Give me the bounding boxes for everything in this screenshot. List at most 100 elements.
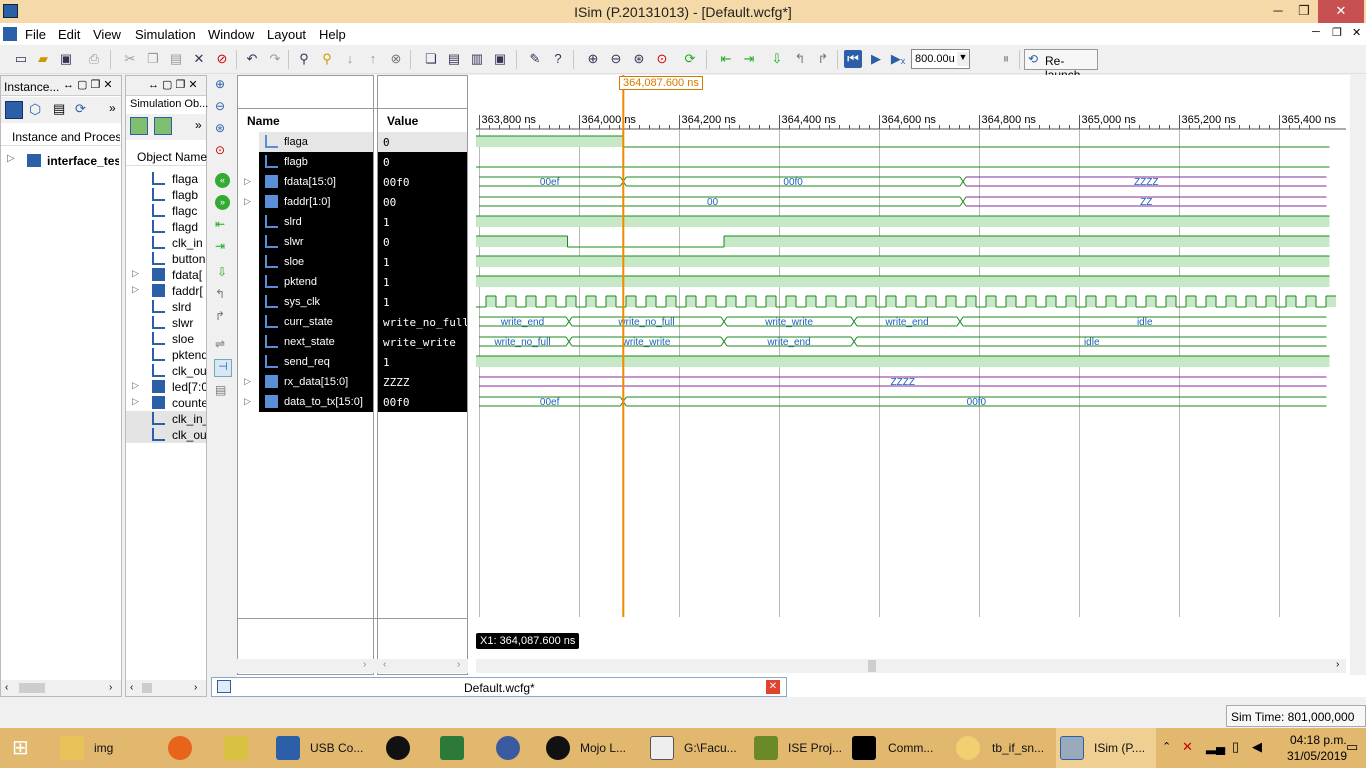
prev-marker-icon[interactable]: ↰: [215, 287, 225, 301]
overflow-icon[interactable]: »: [195, 118, 202, 132]
signal-row[interactable]: slwr 0: [237, 232, 468, 252]
prev-edge-icon[interactable]: ⇤: [717, 50, 735, 68]
zoom-in-icon[interactable]: ⊕: [215, 77, 225, 91]
object-row[interactable]: slwr: [126, 315, 206, 331]
paste-icon[interactable]: ▤: [167, 50, 185, 68]
taskbar-item-paint[interactable]: tb_if_sn...: [954, 728, 1052, 768]
wave-scrollbar[interactable]: ›: [476, 659, 1346, 673]
prev-edge-icon[interactable]: ⇤: [215, 217, 225, 231]
object-row[interactable]: button: [126, 251, 206, 267]
save-icon[interactable]: ▣: [57, 50, 75, 68]
find-icon[interactable]: ⚲: [295, 50, 313, 68]
signal-row[interactable]: sloe 1: [237, 252, 468, 272]
zoom-fit-icon[interactable]: ⊛: [215, 121, 225, 135]
filter-inputs-icon[interactable]: [130, 117, 148, 135]
next-edge-icon[interactable]: ⇥: [740, 50, 758, 68]
instance-root-row[interactable]: ▷ interface_test_: [5, 153, 120, 169]
name-column-header[interactable]: Name: [247, 114, 280, 128]
settings-icon[interactable]: ✎: [526, 50, 544, 68]
clock-date[interactable]: 31/05/2019: [1287, 749, 1347, 763]
object-row[interactable]: sloe: [126, 331, 206, 347]
battery-icon[interactable]: ▯: [1232, 739, 1239, 755]
signal-row[interactable]: sys_clk 1: [237, 292, 468, 312]
signal-row[interactable]: ▷ rx_data[15:0] ZZZZ: [237, 372, 468, 392]
taskbar-item-chip[interactable]: [378, 728, 422, 768]
value-column-header[interactable]: Value: [387, 114, 418, 128]
object-row[interactable]: pktend: [126, 347, 206, 363]
snap-icon[interactable]: ⊣: [214, 359, 232, 377]
tile-h-icon[interactable]: ▤: [445, 50, 463, 68]
signal-row[interactable]: flagb 0: [237, 152, 468, 172]
taskbar-item-cmd[interactable]: Comm...: [850, 728, 950, 768]
undo-icon[interactable]: ↶: [243, 50, 261, 68]
open-icon[interactable]: ▰: [34, 50, 52, 68]
cube-icon[interactable]: ⬡: [29, 101, 41, 118]
doc-minimize-button[interactable]: ─: [1312, 26, 1320, 38]
close-button[interactable]: ✕: [1318, 0, 1364, 23]
filter-outputs-icon[interactable]: [154, 117, 172, 135]
run-for-icon[interactable]: ▶ₓ: [889, 50, 907, 68]
next-edge-icon[interactable]: ⇥: [215, 239, 225, 253]
expand-icon[interactable]: ▷: [7, 153, 15, 164]
zoom-in-icon[interactable]: ⊕: [584, 50, 602, 68]
name-scrollbar[interactable]: › ‹ ›: [237, 659, 468, 673]
delete-icon[interactable]: ✕: [190, 50, 208, 68]
clock-time[interactable]: 04:18 p.m.: [1290, 733, 1347, 747]
hierarchy-icon[interactable]: [5, 101, 23, 119]
pause-icon[interactable]: ⏸: [997, 50, 1015, 68]
editor-tab[interactable]: Default.wcfg* ✕: [211, 677, 787, 697]
object-row[interactable]: clk_in_: [126, 411, 206, 427]
stop-icon[interactable]: ⊘: [213, 50, 231, 68]
taskbar-item-usb[interactable]: USB Co...: [268, 728, 374, 768]
doc-close-button[interactable]: ✕: [1352, 26, 1361, 39]
waveform-area[interactable]: 363,800 ns 364,000 ns 364,200 ns 364,400 ns…: [476, 75, 1346, 675]
signal-row[interactable]: slrd 1: [237, 212, 468, 232]
copy-icon[interactable]: ❐: [144, 50, 162, 68]
signal-row[interactable]: flaga 0: [237, 132, 468, 152]
ruler-icon[interactable]: ▤: [215, 383, 226, 397]
signal-row[interactable]: ▷ fdata[15:0] 00f0: [237, 172, 468, 192]
object-row[interactable]: flagc: [126, 203, 206, 219]
volume-icon[interactable]: ◀: [1252, 739, 1262, 755]
panel-controls-icon[interactable]: ↔ ▢ ❐ ✕: [148, 78, 198, 91]
cut-icon[interactable]: ✂: [121, 50, 139, 68]
expand-icon[interactable]: ▷: [132, 380, 139, 391]
close-tab-icon[interactable]: ✕: [766, 680, 780, 694]
clear-icon[interactable]: ⊗: [387, 50, 405, 68]
next-marker-icon[interactable]: ↱: [215, 309, 225, 323]
taskbar-item-ise[interactable]: ISE Proj...: [746, 728, 846, 768]
expand-icon[interactable]: ▷: [132, 284, 139, 295]
print-icon[interactable]: ⎙: [85, 50, 103, 68]
signal-row[interactable]: curr_state write_no_full: [237, 312, 468, 332]
network-icon[interactable]: ✕: [1182, 739, 1193, 755]
add-marker-icon[interactable]: ⇩: [217, 265, 227, 279]
relaunch-button[interactable]: ⟲ Re-launch: [1024, 49, 1098, 82]
restart-icon[interactable]: ⏮: [844, 50, 862, 68]
expand-icon[interactable]: ▷: [244, 376, 251, 387]
zoom-cursor-icon[interactable]: ⊙: [653, 50, 671, 68]
cursor-time-label[interactable]: 364,087.600 ns: [619, 76, 703, 90]
menu-view[interactable]: View: [93, 27, 121, 42]
signal-icon[interactable]: ▂▄: [1206, 739, 1225, 755]
object-row[interactable]: ▷ faddr[: [126, 283, 206, 299]
restore-button[interactable]: ❐: [1292, 0, 1316, 23]
list-icon[interactable]: ▤: [53, 101, 65, 117]
taskbar-item-tex[interactable]: [484, 728, 534, 768]
run-all-icon[interactable]: ▶: [867, 50, 885, 68]
menu-file[interactable]: File: [25, 27, 46, 42]
vertical-scrollbar[interactable]: [1350, 75, 1366, 675]
zoom-fit-icon[interactable]: ⊛: [630, 50, 648, 68]
objects-column-header[interactable]: Object Name: [137, 150, 207, 164]
next-marker-icon[interactable]: ↱: [814, 50, 832, 68]
menu-layout[interactable]: Layout: [267, 27, 306, 42]
object-row[interactable]: flaga: [126, 171, 206, 187]
instances-column-header[interactable]: Instance and Process: [12, 130, 120, 144]
signal-row[interactable]: send_req 1: [237, 352, 468, 372]
object-row[interactable]: clk_ou: [126, 427, 206, 443]
zoom-out-icon[interactable]: ⊖: [607, 50, 625, 68]
tray-up-icon[interactable]: ⌃: [1162, 740, 1171, 753]
object-row[interactable]: clk_in: [126, 235, 206, 251]
new-icon[interactable]: ▭: [12, 50, 30, 68]
tile-v-icon[interactable]: ▥: [468, 50, 486, 68]
add-marker-icon[interactable]: ⇩: [768, 50, 786, 68]
